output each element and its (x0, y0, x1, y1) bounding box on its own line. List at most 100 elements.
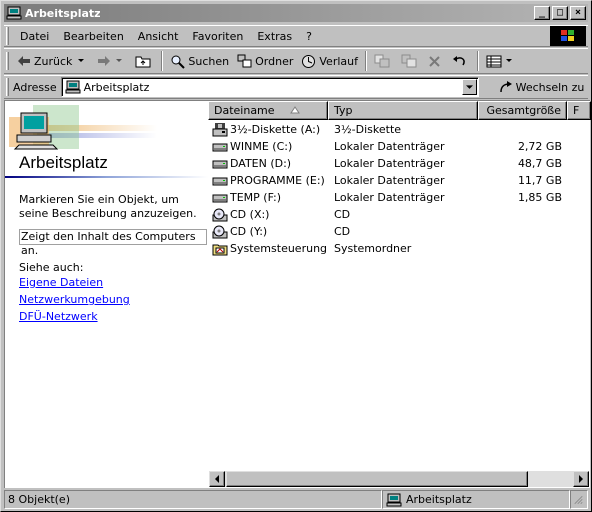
address-grip[interactable] (6, 78, 9, 96)
close-button[interactable]: × (570, 6, 586, 20)
computer-icon (65, 80, 81, 94)
list-item[interactable]: WINME (C:) Lokaler Datenträger 2,72 GB (208, 138, 591, 155)
item-name: PROGRAMME (E:) (230, 174, 325, 187)
menu-ansicht[interactable]: Ansicht (131, 30, 186, 43)
scroll-left-button[interactable] (209, 471, 225, 487)
toolbar-grip[interactable] (6, 52, 9, 70)
move-to-button[interactable] (370, 50, 397, 72)
scroll-thumb[interactable] (226, 471, 528, 487)
folders-button[interactable]: Ordner (233, 50, 297, 72)
list-item[interactable]: PROGRAMME (E:) Lokaler Datenträger 11,7 … (208, 172, 591, 189)
address-input[interactable]: Arbeitsplatz (60, 77, 479, 97)
item-name: TEMP (F:) (230, 191, 282, 204)
item-type: Lokaler Datenträger (334, 191, 445, 204)
toolbar-separator (476, 51, 479, 71)
address-bar: Adresse Arbeitsplatz Wechseln zu (4, 75, 588, 99)
column-header-gesamtgroesse[interactable]: Gesamtgröße (478, 101, 567, 120)
content-area: Arbeitsplatz Markieren Sie ein Objekt, u… (4, 100, 591, 488)
column-header-dateiname[interactable]: Dateiname (208, 101, 328, 120)
list-item[interactable]: 3½-Diskette (A:) 3½-Diskette (208, 121, 591, 138)
menu-favoriten[interactable]: Favoriten (185, 30, 250, 43)
list-item[interactable]: CD (Y:) CD (208, 223, 591, 240)
views-button[interactable] (482, 50, 520, 72)
file-list: Dateiname Typ Gesamtgröße F 3½-Diskette … (208, 101, 591, 487)
history-icon (302, 54, 316, 68)
copy-to-icon (401, 54, 417, 68)
folders-label: Ordner (255, 54, 294, 68)
menu-bearbeiten[interactable]: Bearbeiten (56, 30, 130, 43)
search-icon (171, 55, 186, 69)
folders-icon (237, 54, 252, 68)
item-type: CD (334, 208, 351, 221)
arrow-left-icon (215, 475, 219, 483)
toolbar-separator (161, 51, 164, 71)
minimize-button[interactable]: _ (534, 6, 550, 20)
views-icon (486, 55, 502, 67)
go-button[interactable]: Wechseln zu (499, 80, 584, 94)
scroll-right-button[interactable] (573, 471, 589, 487)
computer-banner-icon (9, 105, 157, 150)
column-header-typ[interactable]: Typ (328, 101, 478, 120)
address-value: Arbeitsplatz (83, 80, 150, 94)
item-name: CD (Y:) (230, 225, 268, 238)
search-button[interactable]: Suchen (166, 50, 233, 72)
windows-logo-icon (550, 26, 586, 46)
arrow-right-icon (579, 475, 583, 483)
menu-grip[interactable] (6, 27, 9, 45)
see-also-label: Siehe auch: (19, 261, 84, 274)
harddisk-icon (212, 143, 228, 151)
link-dfue-netzwerk[interactable]: DFÜ-Netzwerk (19, 310, 98, 323)
maximize-button[interactable]: □ (552, 6, 568, 20)
column-header-free[interactable]: F (567, 101, 591, 120)
menu-help[interactable]: ? (299, 30, 319, 43)
chevron-down-icon[interactable] (505, 58, 513, 64)
chevron-down-icon (465, 84, 473, 89)
list-item[interactable]: TEMP (F:) Lokaler Datenträger 1,85 GB (208, 189, 591, 206)
copy-to-button[interactable] (397, 50, 424, 72)
item-size: 48,7 GB (517, 157, 562, 170)
harddisk-icon (212, 194, 228, 202)
delete-button[interactable] (424, 50, 448, 72)
chevron-down-icon[interactable] (114, 58, 124, 64)
item-type: Systemordner (334, 242, 412, 255)
up-folder-button[interactable] (131, 50, 158, 72)
up-folder-icon (135, 56, 151, 68)
chevron-down-icon[interactable] (76, 58, 86, 64)
pane-title: Arbeitsplatz (19, 153, 108, 172)
list-item[interactable]: DATEN (D:) Lokaler Datenträger 48,7 GB (208, 155, 591, 172)
standard-toolbar: Zurück Suchen Ordner Verlauf (4, 48, 588, 74)
horizontal-scrollbar[interactable] (209, 471, 589, 487)
forward-button[interactable] (93, 50, 131, 72)
toolbar-separator (364, 51, 367, 71)
delete-icon (429, 55, 440, 67)
back-button[interactable]: Zurück (13, 50, 93, 72)
menu-datei[interactable]: Datei (13, 30, 56, 43)
status-location-panel: Arbeitsplatz (382, 490, 570, 509)
list-item[interactable]: CD (X:) CD (208, 206, 591, 223)
pane-info-box: Zeigt den Inhalt des Computers an. (19, 229, 207, 257)
address-dropdown-button[interactable] (461, 79, 477, 95)
item-type: Lokaler Datenträger (334, 140, 445, 153)
computer-icon (386, 493, 402, 506)
item-name: DATEN (D:) (230, 157, 292, 170)
undo-icon (452, 56, 465, 66)
item-size: 11,7 GB (517, 174, 562, 187)
resize-grip-icon (574, 495, 583, 504)
undo-button[interactable] (448, 50, 474, 72)
status-location: Arbeitsplatz (406, 493, 472, 506)
item-type: 3½-Diskette (334, 123, 402, 136)
menu-extras[interactable]: Extras (250, 30, 299, 43)
history-button[interactable]: Verlauf (297, 50, 362, 72)
window-title: Arbeitsplatz (25, 6, 101, 20)
link-netzwerkumgebung[interactable]: Netzwerkumgebung (19, 293, 130, 306)
list-item[interactable]: Systemsteuerung Systemordner (208, 240, 591, 257)
status-count: 8 Objekt(e) (4, 490, 382, 509)
move-to-icon (374, 54, 390, 68)
link-eigene-dateien[interactable]: Eigene Dateien (19, 276, 103, 289)
webview-pane: Arbeitsplatz Markieren Sie ein Objekt, u… (5, 101, 208, 487)
dateiname-label: Dateiname (214, 104, 275, 117)
item-name: Systemsteuerung (230, 242, 328, 255)
title-bar[interactable]: Arbeitsplatz _ □ × (4, 4, 588, 22)
resize-grip[interactable] (570, 490, 588, 509)
item-type: CD (334, 225, 351, 238)
